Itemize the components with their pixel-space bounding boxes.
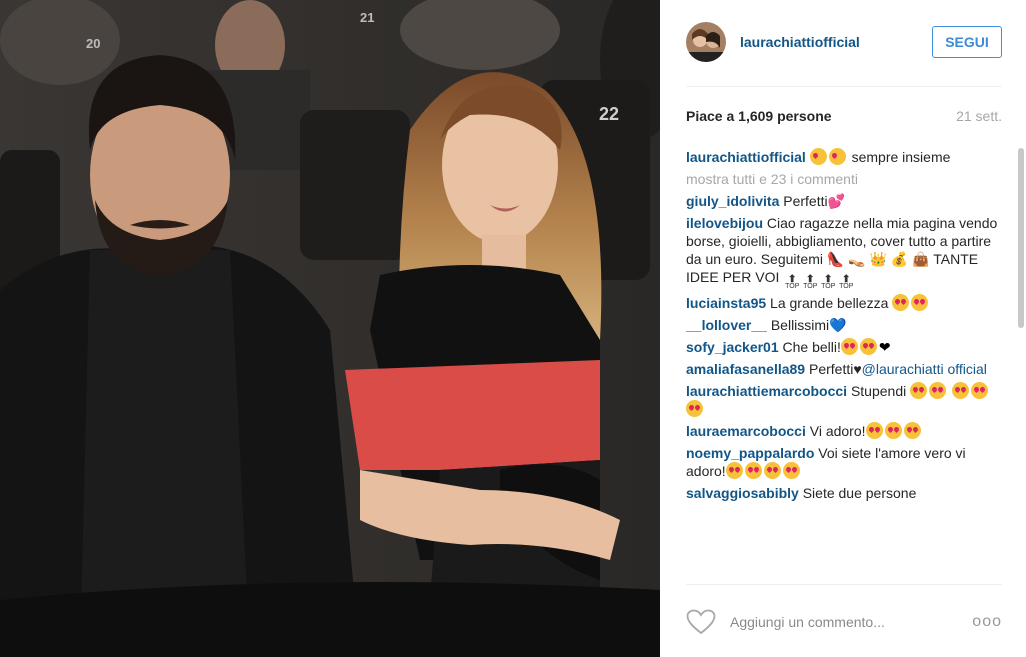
comment-username[interactable]: salvaggiosabibly xyxy=(686,485,799,501)
comment-input[interactable] xyxy=(730,614,973,630)
more-options-icon[interactable]: ooo xyxy=(972,613,1002,631)
comment-item: noemy_pappalardo Voi siete l'amore vero … xyxy=(686,444,1002,480)
comment-username[interactable]: sofy_jacker01 xyxy=(686,339,779,355)
heart-eyes-emoji-icon xyxy=(892,294,910,311)
kiss-emoji-icon xyxy=(828,148,846,165)
kiss-emoji-icon xyxy=(809,148,827,165)
avatar[interactable] xyxy=(686,22,726,62)
blue-heart-icon: 💙 xyxy=(829,317,847,333)
heart-eyes-emoji-icon xyxy=(952,382,970,399)
heart-outline-icon xyxy=(686,609,716,635)
shoe-emoji-icon: 👡 xyxy=(848,251,866,267)
comment-username[interactable]: giuly_idolivita xyxy=(686,193,779,209)
header-divider xyxy=(686,86,1002,87)
like-button[interactable] xyxy=(686,608,716,636)
heart-eyes-emoji-icon xyxy=(911,294,929,311)
likes-row: Piace a 1,609 persone 21 sett. xyxy=(686,108,1002,124)
caption: laurachiattiofficial sempre insieme xyxy=(686,148,1002,166)
post-photo[interactable]: 22 21 20 xyxy=(0,0,660,657)
comment-item: salvaggiosabibly Siete due persone xyxy=(686,484,1002,502)
seat-number-21: 21 xyxy=(360,10,374,25)
comment-text: Perfetti xyxy=(783,193,828,209)
heart-eyes-emoji-icon xyxy=(865,422,883,439)
comment-text: Perfetti xyxy=(808,361,854,377)
seat-number-22: 22 xyxy=(599,104,619,124)
likes-count[interactable]: Piace a 1,609 persone xyxy=(686,108,832,124)
heel-emoji-icon: 👠 xyxy=(826,251,845,267)
heart-eyes-emoji-icon xyxy=(929,382,947,399)
follow-button[interactable]: SEGUI xyxy=(932,26,1002,58)
comment-username[interactable]: ilelovebijou xyxy=(686,215,763,231)
handbag-emoji-icon: 👜 xyxy=(912,251,930,267)
comment-item: sofy_jacker01 Che belli! ❤ xyxy=(686,338,1002,356)
comment-text: La grande bellezza xyxy=(770,295,889,311)
black-heart-icon: ❤ xyxy=(878,339,891,355)
comment-item: lauraemarcobocci Vi adoro! xyxy=(686,422,1002,440)
comment-footer: ooo xyxy=(686,604,1002,640)
heart-suit-icon: ♥ xyxy=(853,361,862,377)
caption-username[interactable]: laurachiattiofficial xyxy=(686,149,806,165)
comment-text: Vi adoro! xyxy=(809,423,866,439)
comment-item: ilelovebijou Ciao ragazze nella mia pagi… xyxy=(686,214,1002,290)
comment-text: Stupendi xyxy=(850,383,907,399)
footer-divider xyxy=(686,584,1002,585)
comment-username[interactable]: noemy_pappalardo xyxy=(686,445,814,461)
post-sidebar: laurachiattiofficial SEGUI Piace a 1,609… xyxy=(660,0,1026,657)
top-arrow-icon: ⬆ TOP xyxy=(839,274,854,291)
comments-scrollbar[interactable] xyxy=(1018,148,1024,328)
sparkling-heart-icon: 💕 xyxy=(827,193,846,209)
heart-eyes-emoji-icon xyxy=(840,338,858,355)
heart-eyes-emoji-icon xyxy=(971,382,989,399)
comment-username[interactable]: luciainsta95 xyxy=(686,295,766,311)
comment-item: laurachiattiemarcobocci Stupendi xyxy=(686,382,1002,418)
seat-number-20: 20 xyxy=(86,36,100,51)
heart-eyes-emoji-icon xyxy=(910,382,928,399)
avatar-image xyxy=(686,22,726,62)
comment-username[interactable]: amaliafasanella89 xyxy=(686,361,805,377)
comment-text: Siete due persone xyxy=(802,485,917,501)
heart-eyes-emoji-icon xyxy=(859,338,877,355)
post-timestamp[interactable]: 21 sett. xyxy=(956,108,1002,124)
comment-item: luciainsta95 La grande bellezza xyxy=(686,294,1002,312)
post-header: laurachiattiofficial SEGUI xyxy=(686,22,1002,62)
comment-item: __lollover__ Bellissimi💙 xyxy=(686,316,1002,334)
post-username[interactable]: laurachiattiofficial xyxy=(740,34,932,50)
heart-eyes-emoji-icon xyxy=(884,422,902,439)
comment-username[interactable]: __lollover__ xyxy=(686,317,767,333)
show-all-comments-link[interactable]: mostra tutti e 23 i commenti xyxy=(686,170,1002,188)
caption-text: sempre insieme xyxy=(847,149,951,165)
heart-eyes-emoji-icon xyxy=(763,462,781,479)
comment-username[interactable]: lauraemarcobocci xyxy=(686,423,806,439)
comment-mention[interactable]: @laurachiatti official xyxy=(862,361,987,377)
top-arrow-icon: ⬆ TOP xyxy=(803,274,818,291)
heart-eyes-emoji-icon xyxy=(686,400,703,417)
heart-eyes-emoji-icon xyxy=(744,462,762,479)
comment-item: giuly_idolivita Perfetti💕 xyxy=(686,192,1002,210)
comment-text: Che belli! xyxy=(782,339,841,355)
comment-item: amaliafasanella89 Perfetti♥@laurachiatti… xyxy=(686,360,1002,378)
money-bag-emoji-icon: 💰 xyxy=(890,251,909,267)
heart-eyes-emoji-icon xyxy=(782,462,800,479)
photo-image: 22 21 20 xyxy=(0,0,660,657)
comment-text: Bellissimi xyxy=(770,317,830,333)
crown-emoji-icon: 👑 xyxy=(869,251,887,267)
comments-list[interactable]: laurachiattiofficial sempre insieme most… xyxy=(686,148,1002,584)
heart-eyes-emoji-icon xyxy=(725,462,743,479)
heart-eyes-emoji-icon xyxy=(903,422,921,439)
top-arrow-icon: ⬆ TOP xyxy=(821,274,836,291)
comment-username[interactable]: laurachiattiemarcobocci xyxy=(686,383,847,399)
top-arrow-icon: ⬆ TOP xyxy=(785,274,800,291)
